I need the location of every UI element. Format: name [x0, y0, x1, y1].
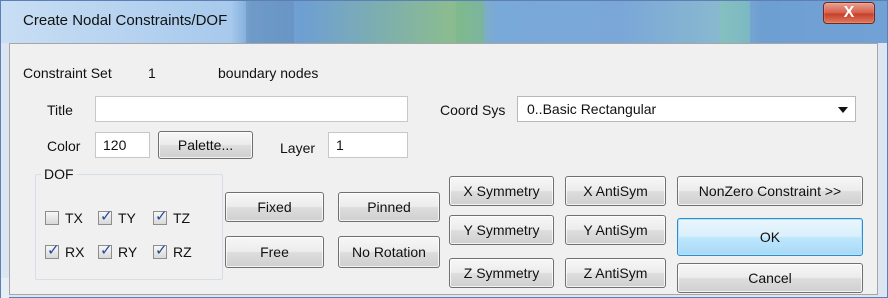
- title-bar-decoration: [720, 1, 750, 43]
- title-bar-decoration: [246, 1, 294, 43]
- pinned-button[interactable]: Pinned: [338, 192, 440, 222]
- tx-label: TX: [65, 210, 83, 226]
- free-button[interactable]: Free: [225, 236, 324, 268]
- rz-checkbox[interactable]: [153, 241, 168, 259]
- title-bar-decoration: [456, 1, 484, 43]
- x-antisym-button[interactable]: X AntiSym: [565, 176, 666, 206]
- fixed-button[interactable]: Fixed: [225, 192, 324, 222]
- title-label: Title: [47, 102, 73, 118]
- ty-checkbox[interactable]: [98, 207, 113, 225]
- create-nodal-constraints-dialog: Create Nodal Constraints/DOF X Constrain…: [0, 0, 888, 298]
- dof-groupbox: [35, 174, 223, 280]
- rx-label: RX: [65, 244, 85, 260]
- ry-label: RY: [118, 244, 138, 260]
- close-icon: X: [843, 4, 855, 21]
- constraint-set-label: Constraint Set: [23, 65, 112, 81]
- x-symmetry-button[interactable]: X Symmetry: [449, 176, 554, 206]
- constraint-set-value: 1: [148, 65, 156, 81]
- layer-input[interactable]: 1: [328, 132, 408, 158]
- ty-label: TY: [118, 210, 136, 226]
- ok-button[interactable]: OK: [677, 218, 863, 256]
- layer-label: Layer: [280, 140, 316, 156]
- tz-checkbox[interactable]: [153, 207, 168, 225]
- dialog-client-area: Constraint Set 1 boundary nodes Title Co…: [9, 43, 878, 295]
- y-symmetry-button[interactable]: Y Symmetry: [449, 215, 554, 245]
- color-input[interactable]: 120: [95, 132, 150, 158]
- close-button[interactable]: X: [823, 2, 875, 24]
- rz-label: RZ: [173, 244, 192, 260]
- z-antisym-button[interactable]: Z AntiSym: [565, 258, 666, 288]
- tz-label: TZ: [173, 210, 191, 226]
- dof-group-label: DOF: [41, 166, 77, 182]
- nonzero-constraint-button[interactable]: NonZero Constraint >>: [677, 176, 863, 206]
- coord-sys-select[interactable]: 0..Basic Rectangular: [517, 96, 856, 122]
- chevron-down-icon[interactable]: [838, 107, 848, 113]
- cancel-button[interactable]: Cancel: [677, 263, 863, 293]
- palette-button[interactable]: Palette...: [158, 131, 253, 159]
- window-title: Create Nodal Constraints/DOF: [23, 12, 228, 29]
- y-antisym-button[interactable]: Y AntiSym: [565, 215, 666, 245]
- coord-sys-value: 0..Basic Rectangular: [527, 101, 657, 117]
- no-rotation-button[interactable]: No Rotation: [338, 236, 440, 268]
- z-symmetry-button[interactable]: Z Symmetry: [449, 258, 554, 288]
- constraint-set-name: boundary nodes: [218, 65, 319, 81]
- window-edge: [1, 278, 9, 298]
- rx-checkbox[interactable]: [45, 241, 60, 259]
- coord-sys-label: Coord Sys: [440, 102, 506, 118]
- ry-checkbox[interactable]: [98, 241, 113, 259]
- title-bar[interactable]: Create Nodal Constraints/DOF X: [1, 1, 887, 43]
- tx-checkbox[interactable]: [45, 211, 59, 225]
- color-label: Color: [47, 138, 81, 154]
- title-input[interactable]: [95, 96, 408, 122]
